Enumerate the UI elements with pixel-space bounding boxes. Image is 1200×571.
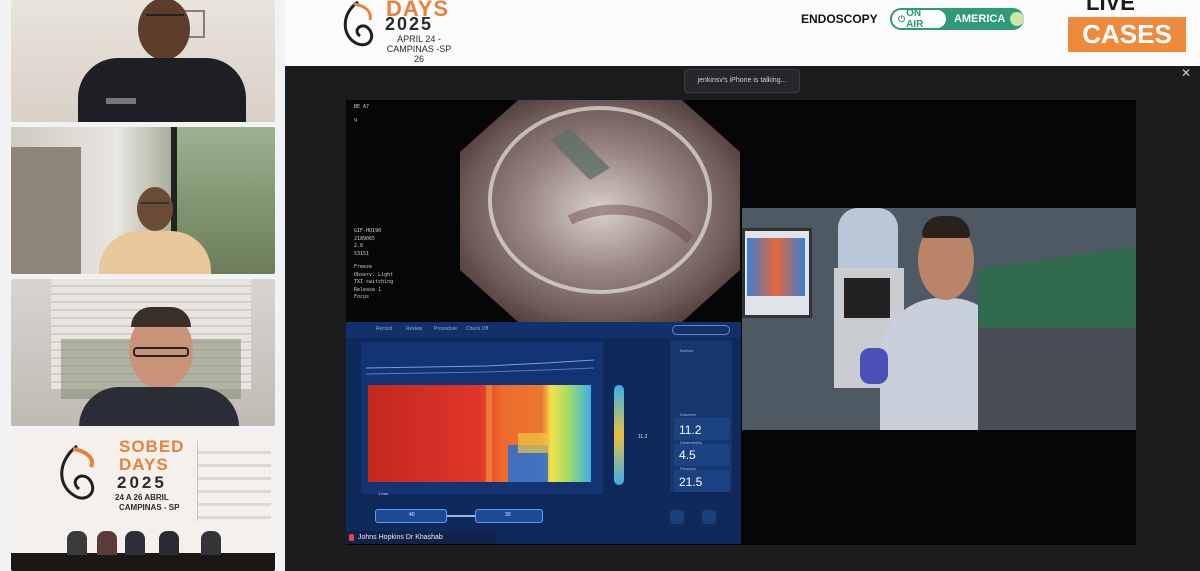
fireplace — [11, 147, 81, 274]
panel-action-icon-1[interactable] — [670, 510, 684, 524]
event-date-line1: APRIL 24 - — [397, 34, 441, 44]
stat-label-distensibility: Distensibility — [680, 440, 703, 445]
esophagus-shape — [614, 385, 624, 485]
endoscopic-view — [460, 100, 740, 322]
participant-tile-3[interactable] — [11, 279, 275, 426]
toolbar-procedure[interactable]: Procedure — [434, 326, 457, 332]
participant-suit — [79, 387, 239, 426]
scope-mode-4: Release 1 — [354, 286, 382, 293]
participant-head — [137, 187, 173, 231]
stat-label-diameter: Diameter — [680, 412, 697, 417]
participant-head — [138, 0, 190, 60]
patient-bed — [978, 328, 1136, 430]
power-icon: ⏻ — [898, 13, 906, 24]
toolbar-review[interactable]: Review — [406, 326, 422, 332]
panelist-5 — [201, 531, 221, 555]
participant-jacket — [78, 58, 246, 122]
surgeon-hair — [922, 216, 970, 238]
stat-value-distensibility: 4.5 — [679, 448, 696, 462]
cases-label: CASES — [1068, 17, 1186, 52]
scope-code: 53151 — [354, 250, 370, 257]
scope-top-line-2: Ч — [354, 118, 358, 124]
toolbar-action-button[interactable] — [672, 325, 730, 335]
region-label: AMERICA — [953, 13, 1006, 25]
mid-value: 11.2 — [638, 434, 648, 440]
panel-stage-tile[interactable]: SOBED DAYS 2025 24 A 26 ABRIL CAMPINAS -… — [11, 431, 275, 571]
participant-glasses — [146, 14, 184, 22]
scope-info-panel: GIF-HQ190 2189065 2.8 53151 Freeze Obser… — [354, 228, 393, 302]
scope-serial: 2189065 — [354, 235, 376, 242]
meeting-window: SOBED DAYS 2025 24 A 26 ABRIL CAMPINAS -… — [0, 0, 1200, 571]
stat-value-pressure: 21.5 — [679, 475, 703, 489]
stage-title-city: CAMPINAS - SP — [119, 503, 180, 512]
event-year: 2025 — [385, 14, 434, 34]
catheter-value-2: 30 — [505, 512, 511, 518]
participant-column: SOBED DAYS 2025 24 A 26 ABRIL CAMPINAS -… — [0, 0, 285, 571]
scope-model: GIF-HQ190 — [354, 228, 382, 234]
surgeon-glove — [860, 348, 888, 384]
scope-mode-3: TXI switching — [354, 279, 394, 285]
panelist-3 — [125, 531, 145, 555]
panelist-1 — [67, 531, 87, 555]
panel-action-icon-2[interactable] — [702, 510, 716, 524]
stage-title-days: DAYS — [119, 455, 169, 474]
stat-label-pressure: Pressure — [680, 466, 697, 471]
catheter-link — [447, 515, 475, 517]
toolbar-check-off[interactable]: Check Off — [466, 326, 488, 332]
stat-label-balloon: Balloon — [680, 348, 694, 353]
live-label: LIVE — [1086, 0, 1135, 15]
participant-hair — [131, 307, 191, 327]
scope-param: 2.8 — [354, 243, 364, 249]
scope-top-line-1: BE A7 — [354, 104, 370, 110]
catheter-value-1: 40 — [409, 512, 415, 518]
jacket-logo — [106, 98, 136, 104]
event-date-line3: 26 — [413, 54, 424, 64]
on-air-badge: ⏻ ON AIR AMERICA — [890, 8, 1024, 30]
event-dates: APRIL 24 - CAMPINAS -SP 26 — [384, 34, 454, 64]
globe-icon — [1010, 12, 1024, 26]
participant-glasses — [133, 347, 189, 357]
participant-glasses — [141, 202, 169, 208]
participant-tile-2[interactable] — [11, 127, 275, 274]
pressure-heatmap — [368, 385, 591, 482]
catheter-diagram: 40 30 — [375, 509, 543, 523]
stage-title-year: 2025 — [117, 473, 167, 492]
scope-mode-2: Observ. Light — [354, 271, 394, 278]
participant-tile-1[interactable] — [11, 0, 275, 122]
stage-table — [11, 553, 275, 571]
participant-shirt — [99, 231, 211, 274]
scope-mode-5: Focus — [354, 294, 370, 300]
days-logo-icon — [343, 0, 374, 47]
on-air-label: ON AIR — [906, 8, 924, 30]
speed-label: 1 mm — [378, 491, 388, 496]
presenter-label: Johns Hopkins Dr Khashab — [346, 531, 496, 544]
scope-mode-1: Freeze — [354, 264, 373, 270]
stage-title-sobed: SOBED — [119, 437, 185, 456]
toolbar-record[interactable]: Record — [376, 326, 392, 332]
program-name: ENDOSCOPY — [801, 12, 878, 26]
trace-lines — [366, 359, 594, 375]
on-air-pill: ⏻ ON AIR — [892, 8, 946, 30]
presenter-name: Johns Hopkins Dr Khashab — [358, 534, 443, 541]
monitor-screen — [747, 238, 805, 296]
scope-top-info: BE A7 Ч — [354, 100, 369, 128]
panelist-2 — [97, 531, 117, 555]
stat-value-diameter: 11.2 — [679, 423, 702, 437]
close-icon[interactable]: ✕ — [1181, 66, 1191, 80]
talking-indicator: jenkinsv's iPhone is talking... — [684, 69, 800, 93]
microphone-icon — [349, 534, 354, 541]
sponsor-column — [197, 441, 271, 521]
operating-room-camera — [742, 208, 1136, 430]
panelist-4 — [159, 531, 179, 555]
stage-title-date: 24 A 26 ABRIL — [115, 493, 169, 502]
event-date-line2: CAMPINAS -SP — [386, 44, 452, 54]
equipment-screen — [844, 278, 890, 318]
sobed-logo — [60, 444, 95, 500]
